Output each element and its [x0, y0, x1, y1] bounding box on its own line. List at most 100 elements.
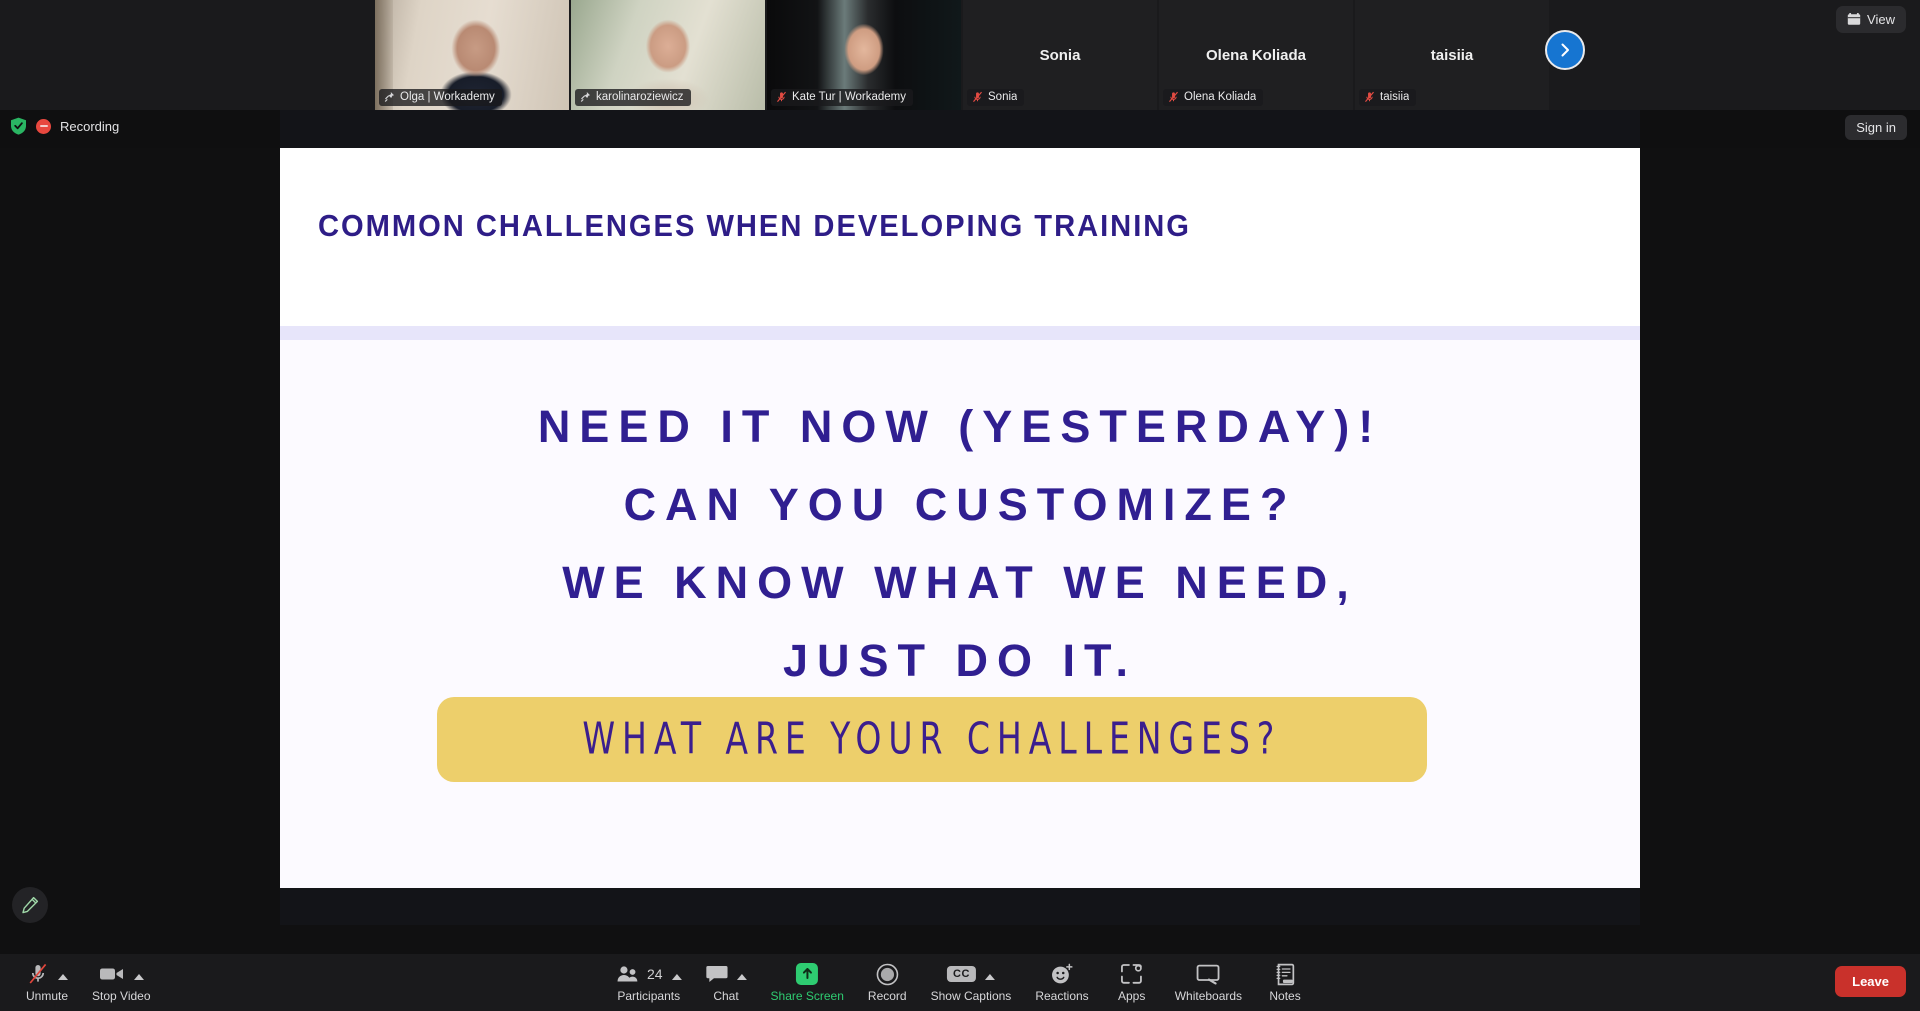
whiteboards-glyph	[1196, 962, 1221, 986]
share-screen-glyph	[796, 962, 819, 986]
presentation-slide: COMMON CHALLENGES WHEN DEVELOPING TRAINI…	[280, 148, 1640, 888]
headline-line-1: NEED IT NOW (YESTERDAY)!	[537, 401, 1383, 452]
view-button-label: View	[1867, 12, 1895, 27]
apps-icon	[1121, 964, 1143, 984]
video-options-button[interactable]	[131, 968, 144, 980]
chat-glyph	[705, 962, 747, 986]
stop-video-glyph	[99, 962, 144, 986]
chevron-right-icon	[1561, 43, 1569, 57]
chat-icon	[705, 966, 728, 982]
participant-tile-taisiia[interactable]: taisiia taisiia	[1355, 0, 1549, 110]
stop-video-button[interactable]: Stop Video	[80, 954, 163, 1011]
shared-screen-frame: COMMON CHALLENGES WHEN DEVELOPING TRAINI…	[280, 110, 1640, 925]
chat-options-button[interactable]	[734, 968, 747, 980]
record-button[interactable]: Record	[856, 954, 919, 1011]
participant-name: taisiia	[1380, 91, 1410, 103]
show-captions-glyph: CC	[947, 962, 995, 986]
zoom-meeting-window: Olga | Workademy karolinaroziewicz Kate …	[0, 0, 1920, 1011]
reactions-icon	[1052, 963, 1073, 983]
view-button[interactable]: View	[1836, 6, 1906, 33]
leave-label: Leave	[1852, 974, 1889, 989]
sign-in-button[interactable]: Sign in	[1845, 115, 1907, 140]
participant-name: Olena Koliada	[1184, 91, 1257, 103]
cta-highlight-box: WHAT ARE YOUR CHALLENGES?	[437, 697, 1427, 782]
chevron-up-icon	[984, 974, 995, 980]
captions-options-button[interactable]	[982, 968, 995, 980]
audio-options-button[interactable]	[55, 968, 68, 980]
notes-button[interactable]: Notes	[1254, 954, 1316, 1011]
participant-tiles: Olga | Workademy karolinaroziewicz Kate …	[375, 0, 1549, 110]
toolbar-left-group: Unmute Stop Video	[14, 954, 163, 1011]
participants-button[interactable]: 24 Participants	[604, 954, 694, 1011]
participant-name: Olga | Workademy	[400, 91, 495, 103]
participants-label: Participants	[617, 989, 681, 1003]
chevron-up-icon	[133, 974, 144, 980]
unmute-button[interactable]: Unmute	[14, 954, 80, 1011]
annotation-pen-button[interactable]	[12, 887, 48, 923]
recording-label: Recording	[60, 118, 120, 134]
headline-line-3: WE KNOW WHAT WE NEED,	[562, 557, 1358, 608]
mic-off-icon	[777, 91, 786, 103]
chat-button[interactable]: Chat	[694, 954, 759, 1011]
participant-tile-karolina[interactable]: karolinaroziewicz	[571, 0, 765, 110]
participant-nameplate: Olga | Workademy	[379, 89, 502, 106]
reactions-label: Reactions	[1035, 989, 1089, 1003]
slide-divider	[280, 326, 1640, 340]
video-on-icon	[99, 968, 123, 980]
mic-off-icon	[29, 963, 46, 984]
pen-icon	[22, 896, 39, 914]
shield-check-icon	[11, 117, 26, 135]
chat-label: Chat	[713, 989, 739, 1003]
pin-icon	[580, 91, 591, 102]
chevron-up-icon	[736, 974, 747, 980]
meeting-toolbar: Unmute Stop Video 24 Participants Chat S…	[0, 954, 1920, 1011]
participant-nameplate: Sonia	[967, 89, 1025, 106]
chevron-up-icon	[671, 974, 682, 980]
show-captions-button[interactable]: CC Show Captions	[919, 954, 1024, 1011]
participants-count: 24	[646, 966, 663, 982]
notes-label: Notes	[1269, 989, 1301, 1003]
mic-off-icon	[1365, 91, 1374, 103]
apps-glyph	[1120, 962, 1143, 986]
whiteboards-button[interactable]: Whiteboards	[1163, 954, 1254, 1011]
filmstrip-next-button[interactable]	[1545, 30, 1585, 70]
cta-text: WHAT ARE YOUR CHALLENGES?	[582, 714, 1282, 765]
headline-line-4: JUST DO IT.	[782, 635, 1138, 686]
participant-name: Sonia	[988, 91, 1018, 103]
headline-line-2: CAN YOU CUSTOMIZE?	[623, 479, 1297, 530]
notes-icon	[1276, 963, 1295, 985]
sign-in-label: Sign in	[1856, 120, 1896, 135]
unmute-label: Unmute	[26, 989, 69, 1003]
record-icon	[876, 963, 899, 985]
participants-options-button[interactable]	[669, 968, 682, 980]
participants-glyph: 24	[616, 962, 682, 986]
participant-nameplate: Kate Tur | Workademy	[771, 89, 913, 106]
unmute-glyph	[27, 962, 68, 986]
reactions-glyph	[1050, 962, 1074, 986]
share-screen-button[interactable]: Share Screen	[759, 954, 856, 1011]
apps-label: Apps	[1118, 989, 1146, 1003]
participants-icon	[617, 966, 638, 982]
mic-off-icon	[1169, 91, 1178, 103]
leave-button[interactable]: Leave	[1835, 966, 1906, 997]
share-screen-label: Share Screen	[770, 989, 844, 1003]
participant-tile-olga[interactable]: Olga | Workademy	[375, 0, 569, 110]
slide-title: COMMON CHALLENGES WHEN DEVELOPING TRAINI…	[318, 208, 1191, 243]
participant-tile-sonia[interactable]: Sonia Sonia	[963, 0, 1157, 110]
apps-button[interactable]: Apps	[1101, 954, 1163, 1011]
show-captions-label: Show Captions	[930, 989, 1012, 1003]
cc-icon: CC	[947, 966, 976, 982]
whiteboards-label: Whiteboards	[1174, 989, 1243, 1003]
slide-headline: NEED IT NOW (YESTERDAY)! CAN YOU CUSTOMI…	[280, 388, 1640, 700]
toolbar-center-group: 24 Participants Chat Share Screen Record…	[604, 954, 1316, 1011]
slide-body: NEED IT NOW (YESTERDAY)! CAN YOU CUSTOMI…	[280, 340, 1640, 888]
participant-nameplate: taisiia	[1359, 89, 1417, 106]
participant-nameplate: Olena Koliada	[1163, 89, 1264, 106]
recording-indicator[interactable]: Recording	[10, 117, 119, 135]
grid-view-icon	[1847, 13, 1861, 25]
participant-tile-olena-koliada[interactable]: Olena Koliada Olena Koliada	[1159, 0, 1353, 110]
participant-tile-kate[interactable]: Kate Tur | Workademy	[767, 0, 961, 110]
chevron-up-icon	[57, 974, 68, 980]
reactions-button[interactable]: Reactions	[1023, 954, 1100, 1011]
mic-off-icon	[973, 91, 982, 103]
